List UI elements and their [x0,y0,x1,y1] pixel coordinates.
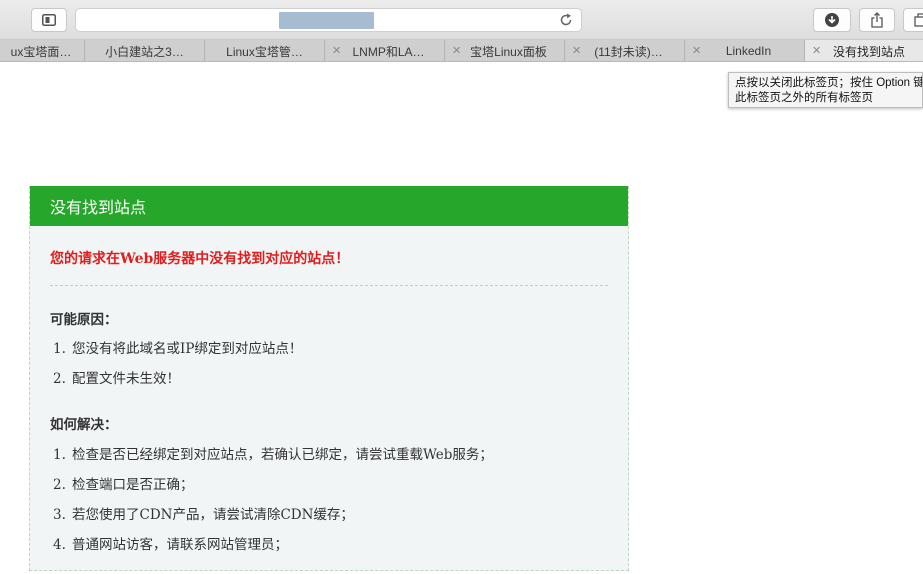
list-number: 1. [53,341,66,357]
list-item: 3. 若您使用了CDN产品，请尝试清除CDN缓存； [50,500,608,530]
solutions-heading: 如何解决： [50,417,118,433]
download-icon [825,13,839,27]
tab-close-icon[interactable]: ✕ [692,44,701,58]
list-item: 1. 检查是否已经绑定到对应站点，若确认已绑定，请尝试重载Web服务； [50,440,608,470]
tab-4[interactable]: ✕ LNMP和LA… [325,40,445,61]
causes-heading: 可能原因： [50,312,118,328]
tab-label: LinkedIn [725,44,772,58]
list-number: 3. [53,507,66,523]
tab-2[interactable]: 小白建站之3… [85,40,205,61]
list-text: 您没有将此域名或IP绑定到对应站点！ [72,341,303,357]
tab-label: 小白建站之3… [105,44,184,59]
tab-label: ux宝塔面… [10,44,72,59]
tab-label: 宝塔Linux面板 [470,44,547,59]
show-all-tabs-button[interactable] [903,8,923,32]
tooltip-line-2: 此标签页之外的所有标签页 [735,92,873,104]
address-bar[interactable] [75,8,582,32]
sidebar-toggle-button[interactable] [31,8,67,32]
tab-label: Linux宝塔管… [226,44,303,59]
tabs-overview-icon [914,13,923,27]
list-item: 2. 检查端口是否正确； [50,470,608,500]
list-number: 2. [53,477,66,493]
sidebar-icon [42,14,56,26]
error-message: 您的请求在Web服务器中没有找到对应的站点！ [50,251,350,267]
list-number: 4. [53,537,66,553]
share-icon [871,12,883,28]
tab-close-icon[interactable]: ✕ [332,44,341,58]
downloads-button[interactable] [813,8,851,32]
causes-list: 1. 您没有将此域名或IP绑定到对应站点！ 2. 配置文件未生效！ [50,334,608,394]
tab-close-icon[interactable]: ✕ [452,44,461,58]
list-text: 检查端口是否正确； [72,477,194,493]
tooltip-line-1: 点按以关闭此标签页；按住 Option 键 [735,77,923,89]
tab-close-icon[interactable]: ✕ [812,44,821,58]
tab-6[interactable]: ✕ (11封未读)… [565,40,685,61]
list-text: 若您使用了CDN产品，请尝试清除CDN缓存； [72,507,354,523]
share-button[interactable] [859,8,895,32]
tab-3[interactable]: Linux宝塔管… [205,40,325,61]
tab-label: LNMP和LA… [352,44,425,59]
list-number: 2. [53,371,66,387]
tab-label: (11封未读)… [594,44,663,59]
divider [50,285,608,286]
site-not-found-card: 没有找到站点 您的请求在Web服务器中没有找到对应的站点！ 可能原因： 1. 您… [29,186,629,571]
solutions-list: 1. 检查是否已经绑定到对应站点，若确认已绑定，请尝试重载Web服务； 2. 检… [50,440,608,560]
tab-1[interactable]: ux宝塔面… [0,40,85,61]
tab-5[interactable]: ✕ 宝塔Linux面板 [445,40,565,61]
tab-7[interactable]: ✕ LinkedIn [685,40,805,61]
list-number: 1. [53,447,66,463]
list-text: 配置文件未生效！ [72,371,180,387]
browser-toolbar [0,0,923,40]
list-text: 普通网站访客，请联系网站管理员； [72,537,288,553]
list-text: 检查是否已经绑定到对应站点，若确认已绑定，请尝试重载Web服务； [72,447,493,463]
card-body: 您的请求在Web服务器中没有找到对应的站点！ 可能原因： 1. 您没有将此域名或… [30,248,628,560]
list-item: 1. 您没有将此域名或IP绑定到对应站点！ [50,334,608,364]
close-tab-tooltip: 点按以关闭此标签页；按住 Option 键 此标签页之外的所有标签页 [728,72,923,108]
tab-close-icon[interactable]: ✕ [572,44,581,58]
list-item: 2. 配置文件未生效！ [50,364,608,394]
tab-bar: ux宝塔面… 小白建站之3… Linux宝塔管… ✕ LNMP和LA… ✕ 宝塔… [0,40,923,62]
tab-8-active[interactable]: ✕ 没有找到站点 [805,40,923,61]
reload-icon[interactable] [557,11,575,29]
page-title: 没有找到站点 [30,186,628,226]
list-item: 4. 普通网站访客，请联系网站管理员； [50,530,608,560]
url-text[interactable] [279,12,374,29]
tab-label: 没有找到站点 [832,44,905,59]
